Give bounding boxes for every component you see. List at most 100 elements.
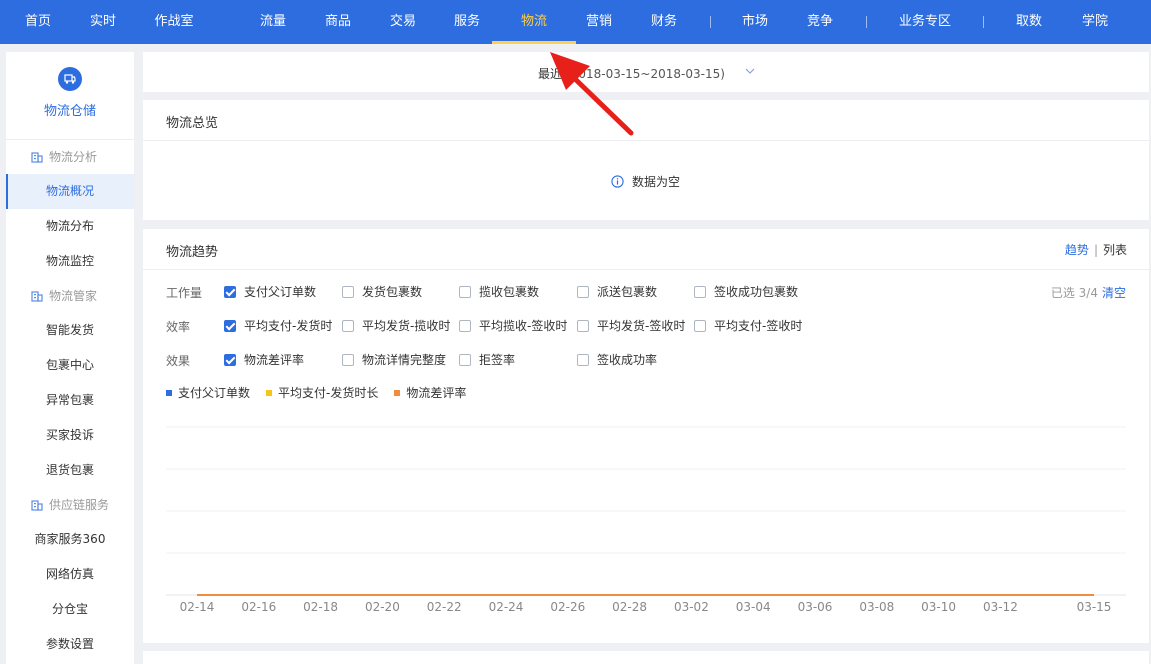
- sidebar-item[interactable]: 买家投诉: [6, 418, 134, 453]
- metric-checkbox[interactable]: 平均支付-签收时: [694, 317, 802, 334]
- metric-checkbox-label: 发货包裹数: [362, 285, 423, 299]
- legend-item[interactable]: 物流差评率: [394, 384, 466, 401]
- metric-row-label: 工作量: [166, 286, 203, 300]
- metric-checkbox[interactable]: 平均发货-揽收时: [342, 317, 450, 334]
- checkbox-empty-icon[interactable]: [577, 353, 589, 366]
- metric-checkbox[interactable]: 平均揽收-签收时: [459, 317, 567, 334]
- sidebar-group-label: 供应链服务: [49, 498, 110, 512]
- checkbox-empty-icon[interactable]: [342, 285, 354, 298]
- metric-checkbox-label: 平均发货-签收时: [597, 319, 686, 333]
- x-tick-label: 02-16: [241, 600, 276, 614]
- metric-checkbox[interactable]: 平均支付-发货时: [224, 317, 332, 334]
- nav-item-11[interactable]: 市场: [725, 0, 785, 44]
- building-icon: [31, 291, 43, 302]
- date-range: (2018-03-15~2018-03-15): [566, 67, 725, 81]
- x-tick-label: 03-15: [1077, 600, 1112, 614]
- sidebar-item[interactable]: 物流概况: [6, 174, 134, 209]
- x-tick-label: 02-28: [612, 600, 647, 614]
- legend-item[interactable]: 支付父订单数: [166, 384, 250, 401]
- metric-row-label: 效果: [166, 354, 191, 368]
- trend-title: 物流趋势: [166, 245, 219, 260]
- x-tick-label: 02-24: [489, 600, 524, 614]
- checkbox-empty-icon[interactable]: [459, 353, 471, 366]
- metric-checkbox[interactable]: 签收成功包裹数: [694, 283, 798, 300]
- sidebar-item[interactable]: 退货包裹: [6, 453, 134, 488]
- nav-item-15[interactable]: 学院: [1065, 0, 1125, 44]
- sidebar-item[interactable]: 参数设置: [6, 627, 134, 662]
- overview-panel: 物流总览 数据为空: [143, 100, 1149, 220]
- x-tick-label: 03-04: [736, 600, 771, 614]
- checkbox-empty-icon[interactable]: [577, 319, 589, 332]
- metric-checkbox[interactable]: 平均发货-签收时: [577, 317, 685, 334]
- checkbox-empty-icon[interactable]: [342, 353, 354, 366]
- sidebar-item[interactable]: 网络仿真: [6, 557, 134, 592]
- tab-separator: |: [1093, 243, 1098, 257]
- checkbox-checked-icon[interactable]: [224, 353, 236, 366]
- checkbox-empty-icon[interactable]: [694, 319, 706, 332]
- checkbox-empty-icon[interactable]: [459, 285, 471, 298]
- metric-checkbox[interactable]: 揽收包裹数: [459, 283, 539, 300]
- nav-item-14[interactable]: 取数: [999, 0, 1059, 44]
- metric-checkbox[interactable]: 签收成功率: [577, 351, 657, 368]
- sidebar-item[interactable]: 包裹中心: [6, 348, 134, 383]
- date-range-selector[interactable]: 最近 (2018-03-15~2018-03-15): [538, 65, 725, 82]
- checkbox-empty-icon[interactable]: [694, 285, 706, 298]
- checkbox-checked-icon[interactable]: [224, 319, 236, 332]
- checkbox-checked-icon[interactable]: [224, 285, 236, 298]
- sidebar-brand[interactable]: 物流仓储: [6, 52, 134, 140]
- view-tabs: 趋势 | 列表: [1065, 241, 1127, 258]
- checkbox-empty-icon[interactable]: [342, 319, 354, 332]
- metric-checkbox[interactable]: 拒签率: [459, 351, 515, 368]
- building-icon: [31, 152, 43, 163]
- metric-checkbox-label: 揽收包裹数: [479, 285, 540, 299]
- sidebar-item[interactable]: 异常包裹: [6, 383, 134, 418]
- date-prefix: 最近: [538, 67, 563, 81]
- metric-checkbox[interactable]: 物流详情完整度: [342, 351, 446, 368]
- metric-checkbox-label: 物流差评率: [244, 353, 305, 367]
- tab-list[interactable]: 列表: [1103, 243, 1127, 257]
- metric-row-label: 效率: [166, 320, 191, 334]
- x-tick-label: 02-14: [180, 600, 215, 614]
- metric-checkbox-label: 签收成功包裹数: [714, 285, 799, 299]
- tab-trend[interactable]: 趋势: [1065, 243, 1089, 257]
- nav-item-4[interactable]: 流量: [243, 0, 303, 44]
- nav-item-12[interactable]: 竞争: [790, 0, 850, 44]
- metric-checkbox[interactable]: 支付父订单数: [224, 283, 316, 300]
- metric-checkbox-label: 签收成功率: [597, 353, 658, 367]
- sidebar-item[interactable]: 分仓宝: [6, 592, 134, 627]
- metric-checkbox-label: 平均支付-发货时: [244, 319, 333, 333]
- metric-checkbox[interactable]: 发货包裹数: [342, 283, 422, 300]
- nav-item-13[interactable]: 业务专区: [895, 0, 955, 44]
- checkbox-empty-icon[interactable]: [577, 285, 589, 298]
- nav-item-5[interactable]: 商品: [308, 0, 368, 44]
- sidebar-item[interactable]: 智能发货: [6, 313, 134, 348]
- metric-checkbox-label: 物流详情完整度: [362, 353, 447, 367]
- nav-item-2[interactable]: 实时: [73, 0, 133, 44]
- sidebar-group: 供应链服务: [6, 488, 134, 522]
- info-icon: [611, 175, 624, 188]
- nav-item-7[interactable]: 服务: [437, 0, 497, 44]
- checkbox-empty-icon[interactable]: [459, 319, 471, 332]
- nav-item-10[interactable]: 财务: [634, 0, 694, 44]
- x-tick-label: 03-06: [798, 600, 833, 614]
- x-tick-label: 03-08: [859, 600, 894, 614]
- sidebar-item[interactable]: 物流分布: [6, 209, 134, 244]
- legend-item[interactable]: 平均支付-发货时长: [266, 384, 378, 401]
- nav-item-6[interactable]: 交易: [373, 0, 433, 44]
- metric-checkbox[interactable]: 物流差评率: [224, 351, 304, 368]
- overview-title: 物流总览: [166, 116, 219, 131]
- empty-state: 数据为空: [611, 173, 680, 190]
- sidebar-item[interactable]: 物流监控: [6, 244, 134, 279]
- sidebar-item[interactable]: 商家服务360: [6, 522, 134, 557]
- nav-item-3[interactable]: 作战室: [144, 0, 204, 44]
- nav-item-9[interactable]: 营销: [569, 0, 629, 44]
- nav-item-1[interactable]: 首页: [8, 0, 68, 44]
- x-tick-label: 03-12: [983, 600, 1018, 614]
- legend-swatch: [394, 389, 401, 396]
- chevron-down-icon[interactable]: [745, 66, 755, 76]
- metric-checkbox-label: 支付父订单数: [244, 285, 317, 299]
- metric-row: 工作量 支付父订单数 发货包裹数 揽收包裹数 派送包裹数 签收成功包裹数 已选 3/4 清空: [143, 281, 1149, 301]
- metric-checkbox[interactable]: 派送包裹数: [577, 283, 657, 300]
- clear-button[interactable]: 清空: [1102, 286, 1126, 300]
- nav-item-8[interactable]: 物流: [492, 0, 576, 44]
